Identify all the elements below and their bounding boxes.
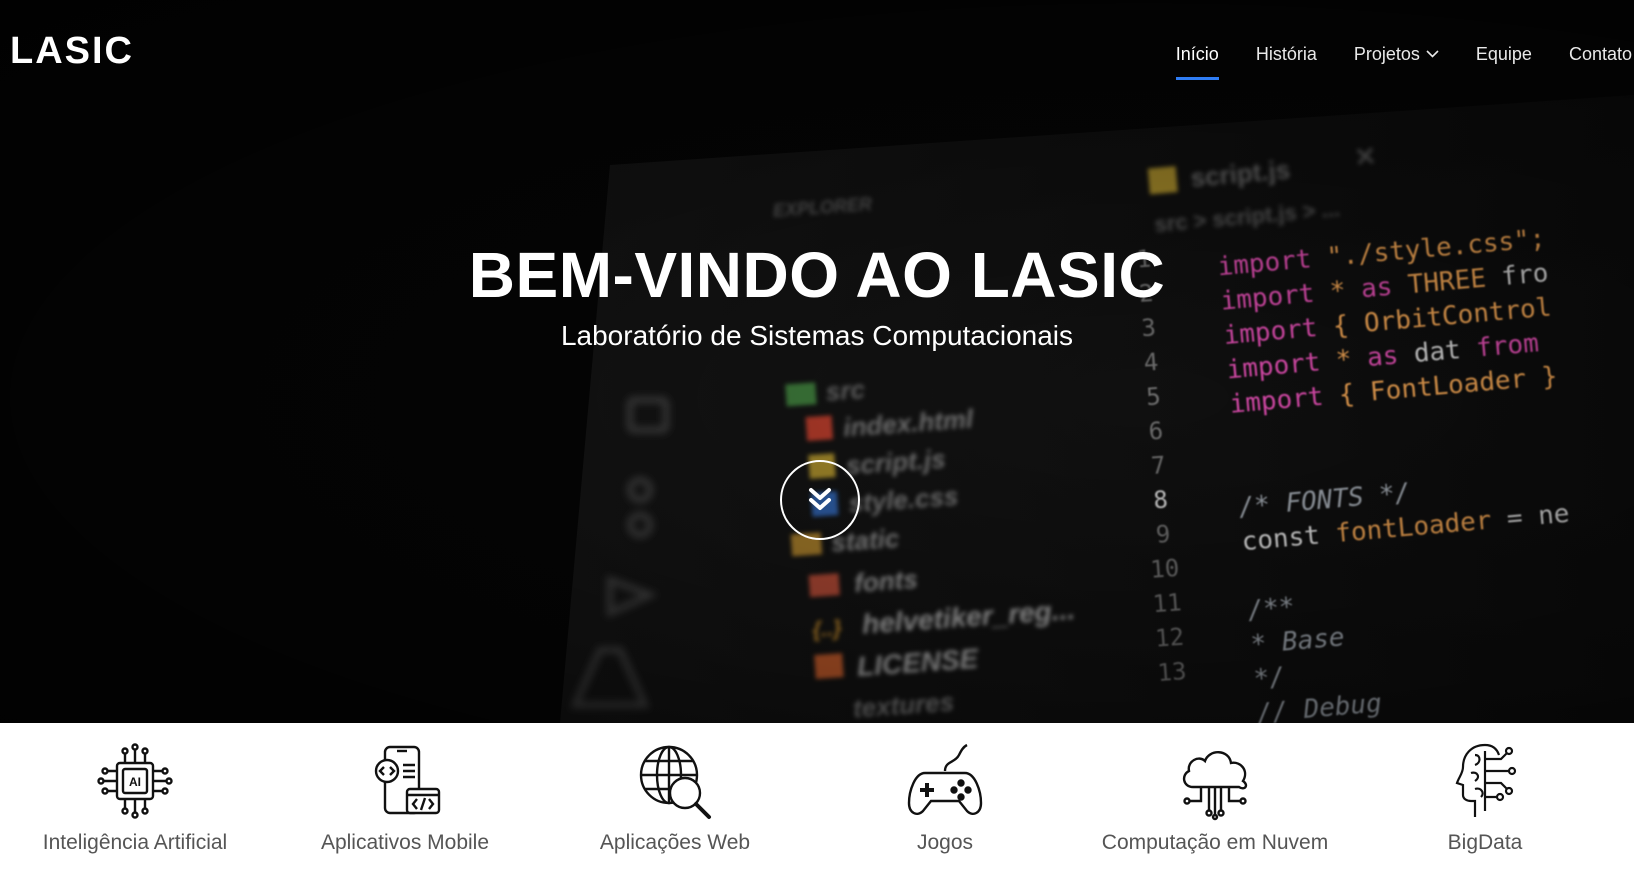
svg-text:AI: AI (129, 775, 141, 789)
service-label: Aplicativos Mobile (320, 831, 490, 854)
nav-item-label: Início (1175, 43, 1219, 64)
nav-item-label: Projetos (1353, 43, 1420, 64)
service-label: Jogos (916, 831, 974, 854)
nav-item-label: História (1255, 43, 1317, 64)
service-aplicacoes-web[interactable]: Aplicações Web (540, 723, 810, 876)
hero-overlay (0, 0, 1634, 723)
services-bar: AI Inteligência Artificial Aplicativos M… (0, 723, 1634, 876)
web-globe-icon (639, 745, 711, 819)
ai-chip-icon: AI (97, 743, 173, 819)
brain-data-icon (1455, 743, 1517, 817)
hero-section: EXPLORER src index.html script.js style.… (0, 0, 1634, 723)
nav-item-equipe[interactable]: Equipe (1476, 40, 1532, 68)
cloud-icon (1182, 751, 1248, 821)
hero-title: BEM-VINDO AO LASIC (468, 239, 1166, 311)
service-computacao-em-nuvem[interactable]: Computação em Nuvem (1080, 723, 1350, 876)
service-label: Computação em Nuvem (1101, 831, 1329, 854)
service-bigdata[interactable]: BigData (1350, 723, 1620, 876)
service-label: Inteligência Artificial (42, 831, 228, 854)
nav-item-label: Equipe (1475, 43, 1532, 64)
nav-item-label: Contato (1568, 43, 1632, 64)
service-inteligencia-artificial[interactable]: AI Inteligência Artificial (0, 723, 270, 876)
service-label: BigData (1447, 831, 1523, 854)
nav-item-contato[interactable]: Contato (1569, 40, 1632, 68)
chevron-down-icon (1426, 50, 1439, 58)
nav-item-inicio[interactable]: Início (1175, 40, 1219, 80)
gamepad-icon (907, 743, 983, 815)
scroll-down-button[interactable] (780, 460, 860, 540)
mobile-app-icon (374, 745, 441, 815)
nav-item-projetos[interactable]: Projetos (1354, 40, 1439, 68)
chevron-double-down-icon (809, 488, 831, 510)
service-label: Aplicações Web (599, 831, 751, 854)
hero-subtitle: Laboratório de Sistemas Computacionais (560, 320, 1074, 351)
service-jogos[interactable]: Jogos (810, 723, 1080, 876)
site-logo[interactable]: LASIC (10, 30, 134, 73)
main-nav: Início História Projetos Equipe Contato (1139, 40, 1634, 80)
service-aplicativos-mobile[interactable]: Aplicativos Mobile (270, 723, 540, 876)
nav-item-historia[interactable]: História (1256, 40, 1317, 68)
